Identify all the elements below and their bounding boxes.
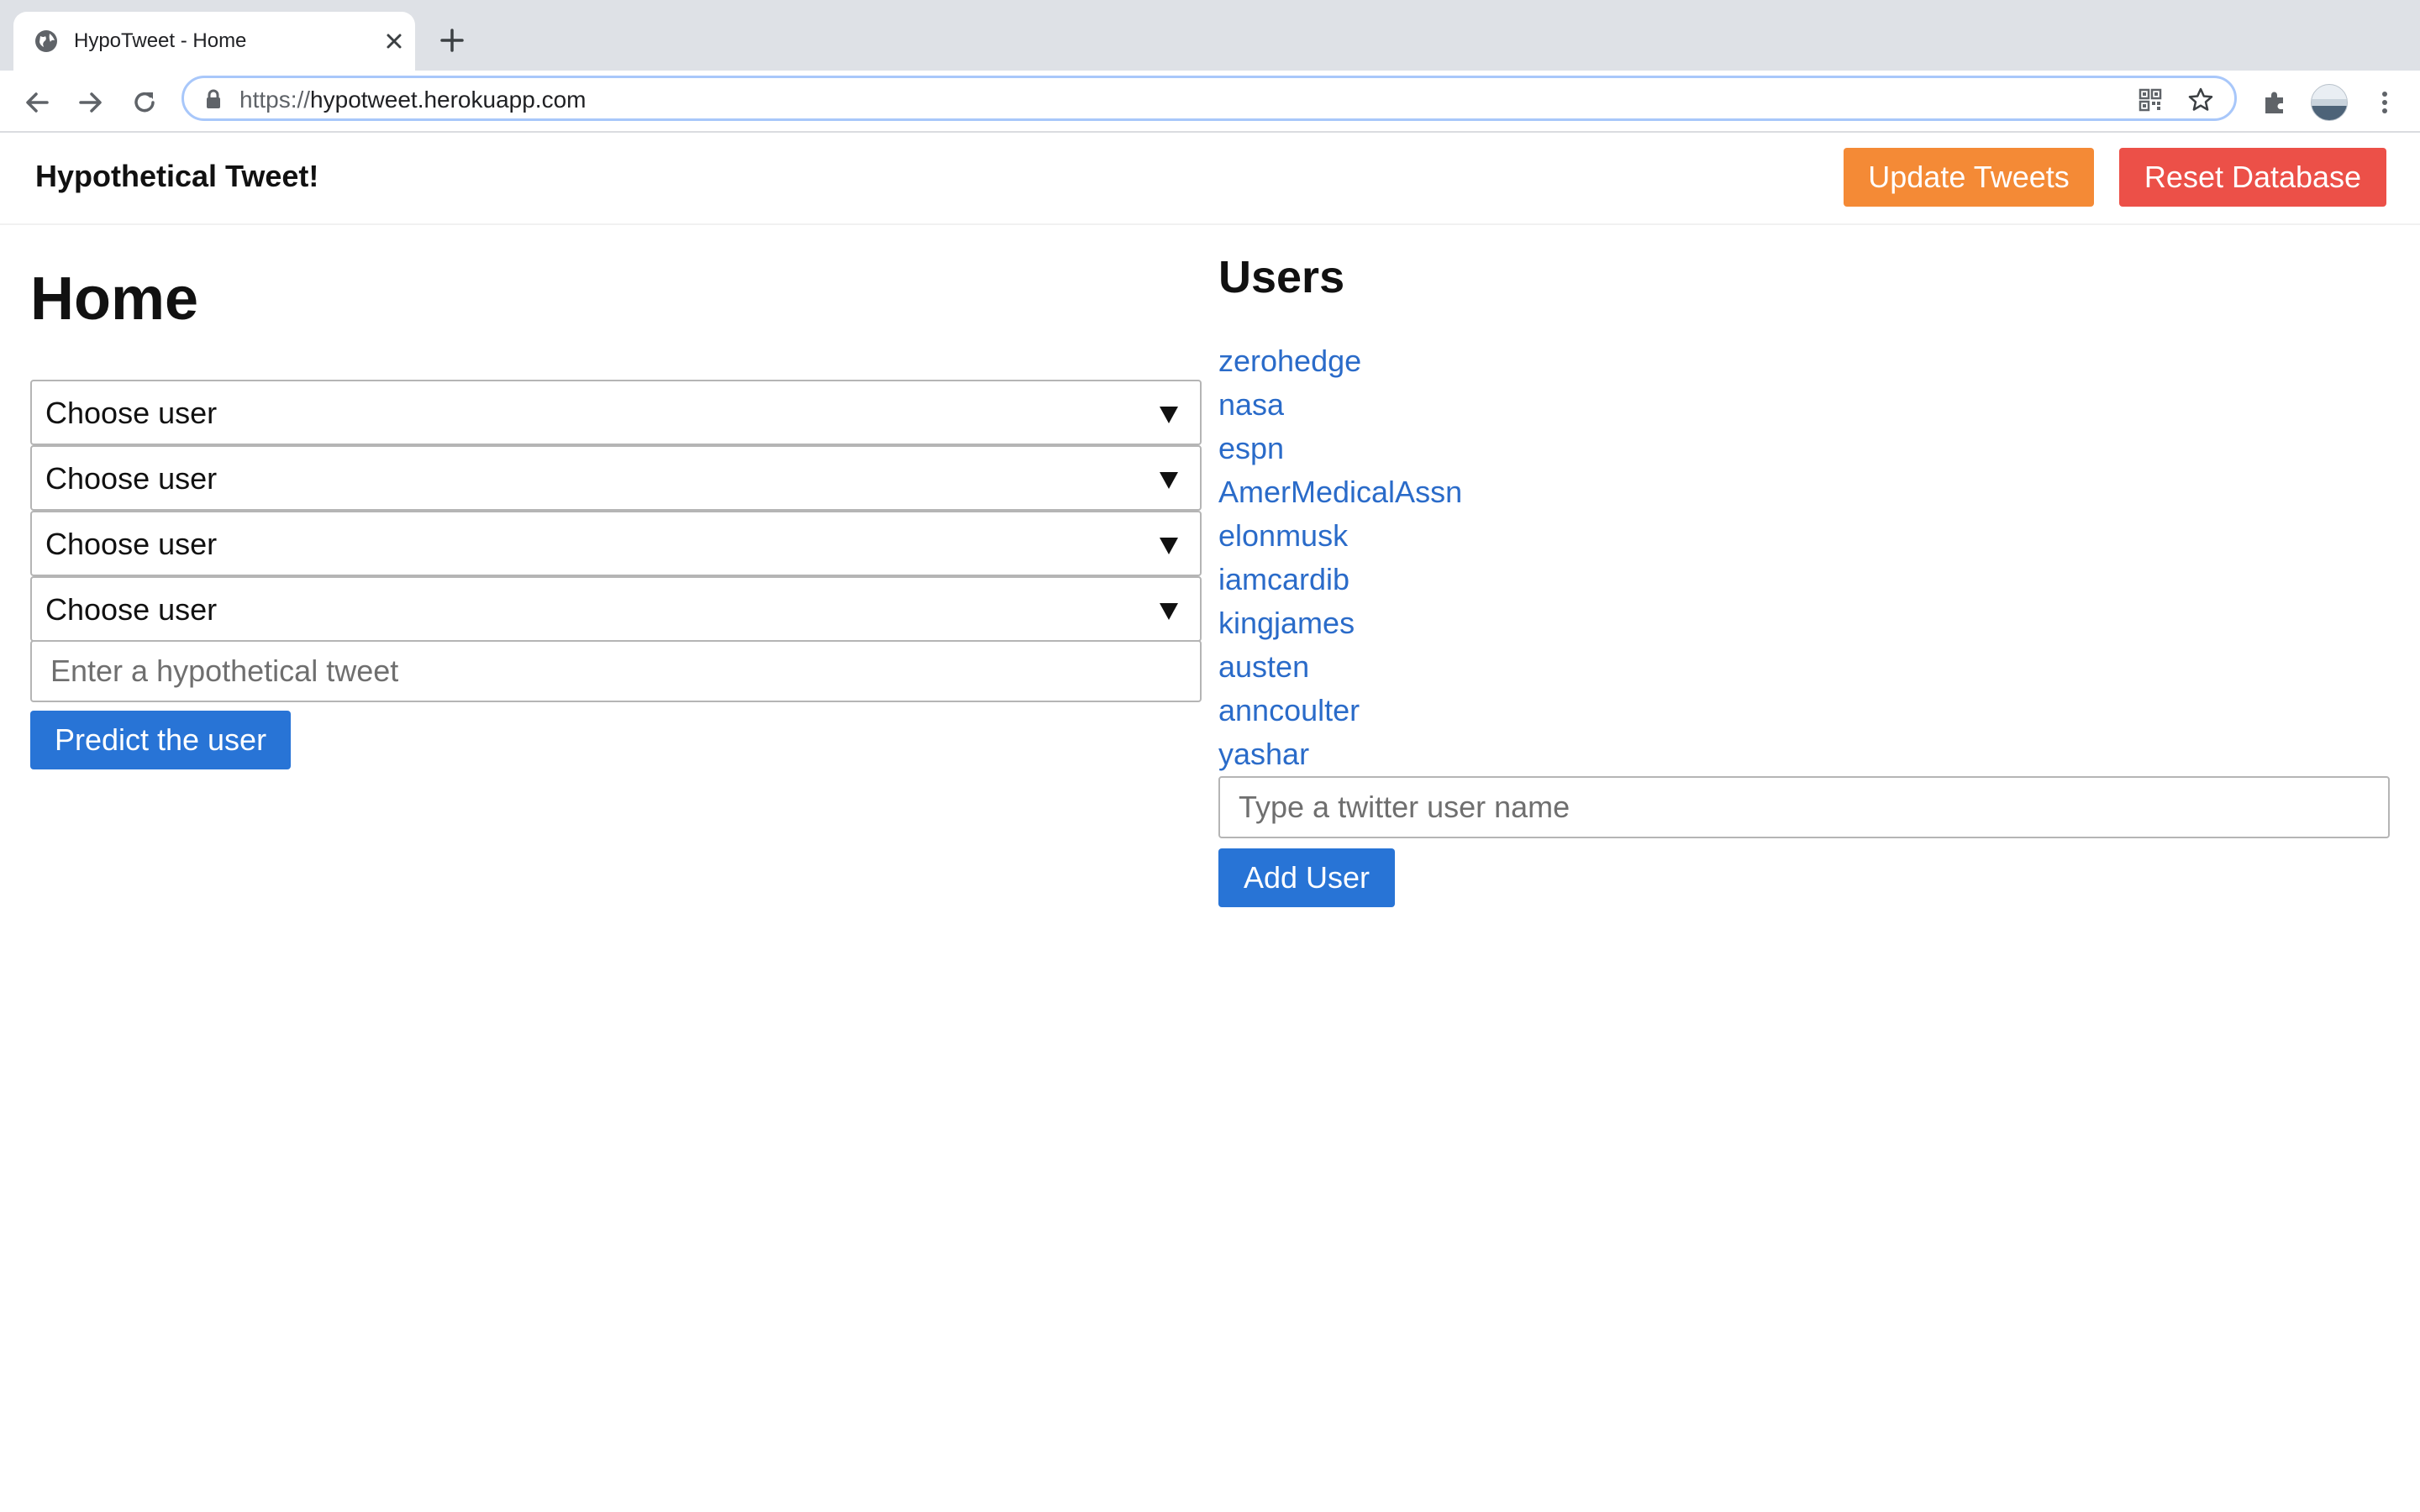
chevron-down-icon xyxy=(1160,407,1178,423)
user-link[interactable]: iamcardib xyxy=(1218,558,1349,601)
user-link[interactable]: elonmusk xyxy=(1218,514,1348,558)
user-link[interactable]: zerohedge xyxy=(1218,339,1361,383)
close-icon[interactable] xyxy=(380,27,408,55)
list-item: nasa xyxy=(1218,383,1462,427)
list-item: anncoulter xyxy=(1218,689,1462,732)
puzzle-icon[interactable] xyxy=(2259,86,2292,119)
browser-tab[interactable]: HypoTweet - Home xyxy=(13,12,415,71)
select-value: Choose user xyxy=(45,592,218,627)
browser-tab-strip: HypoTweet - Home xyxy=(0,0,2420,71)
url-host: hypotweet.herokuapp.com xyxy=(310,87,587,113)
lock-icon[interactable] xyxy=(203,88,224,110)
chevron-down-icon xyxy=(1160,603,1178,620)
select-value: Choose user xyxy=(45,461,218,496)
user-list: zerohedge nasa espn AmerMedicalAssn elon… xyxy=(1218,339,1462,776)
qr-code-icon[interactable] xyxy=(2137,87,2164,113)
reload-icon[interactable] xyxy=(128,86,161,119)
update-tweets-button[interactable]: Update Tweets xyxy=(1844,148,2094,207)
list-item: yashar xyxy=(1218,732,1462,776)
avatar[interactable] xyxy=(2311,84,2348,121)
browser-toolbar: https://hypotweet.herokuapp.com xyxy=(0,71,2420,131)
user-select-2[interactable]: Choose user xyxy=(30,445,1202,511)
user-link[interactable]: espn xyxy=(1218,427,1284,470)
user-link[interactable]: austen xyxy=(1218,645,1309,689)
kebab-menu-icon[interactable] xyxy=(2368,86,2402,119)
list-item: elonmusk xyxy=(1218,514,1462,558)
list-item: kingjames xyxy=(1218,601,1462,645)
user-select-1[interactable]: Choose user xyxy=(30,380,1202,445)
list-item: espn xyxy=(1218,427,1462,470)
user-select-4[interactable]: Choose user xyxy=(30,576,1202,642)
star-icon[interactable] xyxy=(2187,87,2214,113)
user-link[interactable]: AmerMedicalAssn xyxy=(1218,470,1462,514)
tweet-input[interactable] xyxy=(30,640,1202,702)
list-item: zerohedge xyxy=(1218,339,1462,383)
list-item: AmerMedicalAssn xyxy=(1218,470,1462,514)
select-value: Choose user xyxy=(45,527,218,561)
predict-user-button[interactable]: Predict the user xyxy=(30,711,291,769)
user-link[interactable]: nasa xyxy=(1218,383,1284,427)
url-text: https://hypotweet.herokuapp.com xyxy=(239,87,586,113)
forward-arrow-icon[interactable] xyxy=(74,86,108,119)
twitter-username-input[interactable] xyxy=(1218,776,2390,838)
add-user-button[interactable]: Add User xyxy=(1218,848,1395,907)
tab-title: HypoTweet - Home xyxy=(74,29,247,52)
chevron-down-icon xyxy=(1160,472,1178,489)
page-title: Home xyxy=(30,265,199,333)
address-bar[interactable]: https://hypotweet.herokuapp.com xyxy=(182,76,2237,121)
select-value: Choose user xyxy=(45,396,218,430)
chevron-down-icon xyxy=(1160,538,1178,554)
url-scheme: https:// xyxy=(239,87,311,113)
users-heading: Users xyxy=(1218,252,1345,302)
user-select-3[interactable]: Choose user xyxy=(30,511,1202,576)
plus-icon[interactable] xyxy=(435,24,469,57)
app-navbar: Hypothetical Tweet! Update Tweets Reset … xyxy=(0,133,2420,225)
back-arrow-icon[interactable] xyxy=(20,86,54,119)
reset-database-button[interactable]: Reset Database xyxy=(2119,148,2386,207)
list-item: iamcardib xyxy=(1218,558,1462,601)
brand-title[interactable]: Hypothetical Tweet! xyxy=(35,158,318,195)
user-link[interactable]: yashar xyxy=(1218,732,1309,776)
user-link[interactable]: anncoulter xyxy=(1218,689,1360,732)
user-link[interactable]: kingjames xyxy=(1218,601,1355,645)
globe-icon xyxy=(35,30,57,52)
list-item: austen xyxy=(1218,645,1462,689)
